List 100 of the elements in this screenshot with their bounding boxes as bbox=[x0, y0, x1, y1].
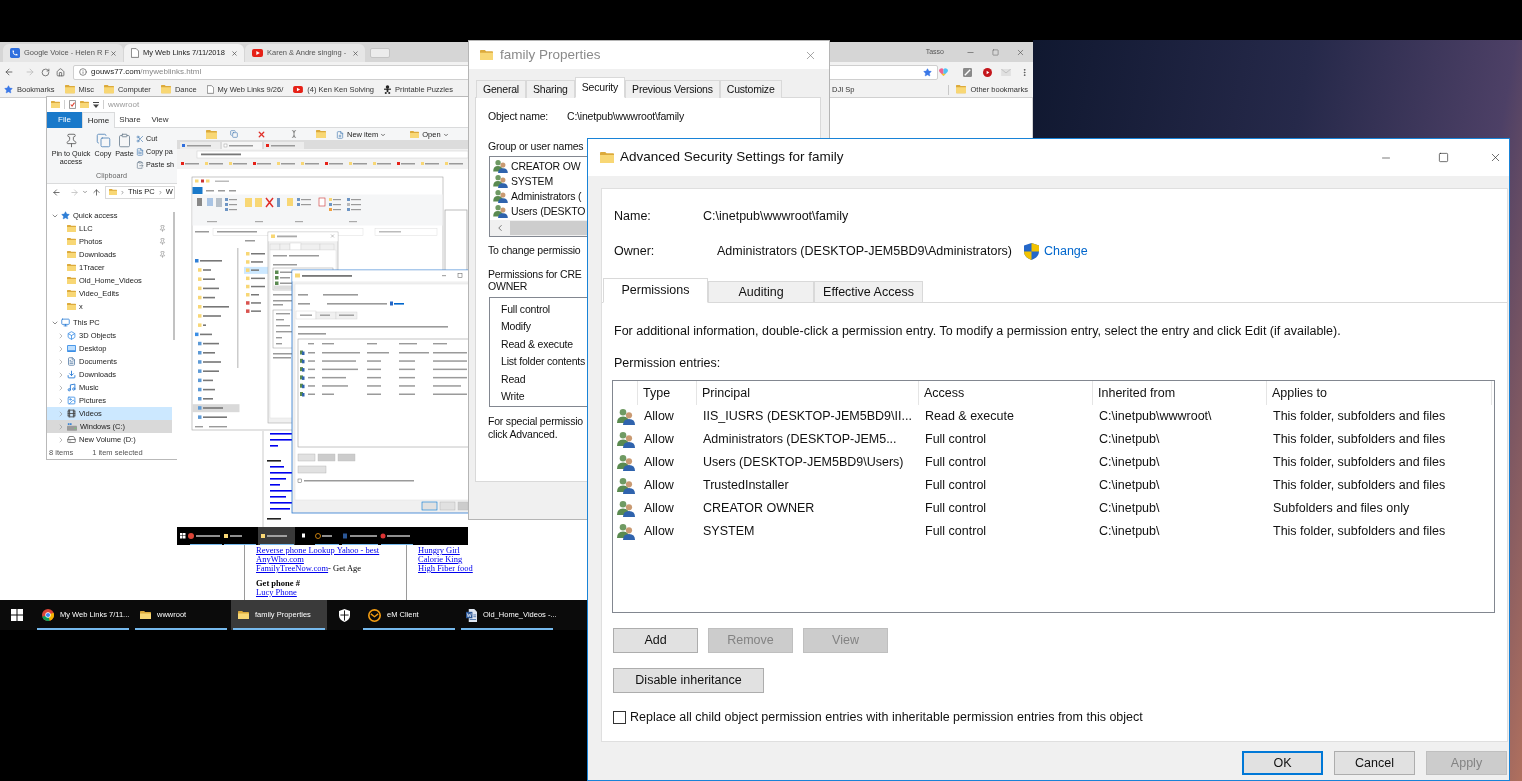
chevron-icon[interactable] bbox=[57, 409, 65, 418]
ribbon-tab[interactable]: Share bbox=[115, 112, 145, 128]
field-value: C:\inetpub\wwwroot\family bbox=[567, 109, 684, 125]
column-header[interactable]: Inherited from bbox=[1093, 381, 1267, 405]
url-text: gouws77.com/myweblinks.html bbox=[91, 66, 202, 78]
disable-inheritance-button[interactable]: Disable inheritance bbox=[613, 668, 764, 693]
ribbon-tab[interactable]: File bbox=[47, 112, 82, 128]
document-icon bbox=[466, 608, 477, 622]
browser-logo-icon bbox=[42, 609, 54, 621]
play-icon[interactable] bbox=[983, 67, 992, 77]
tab[interactable]: Security bbox=[574, 77, 626, 98]
windows-logo-icon[interactable] bbox=[10, 609, 23, 621]
scrollbar-thumb[interactable] bbox=[510, 221, 587, 235]
checked-page-icon[interactable] bbox=[69, 100, 76, 109]
table-cell: C:\inetpub\ bbox=[1099, 432, 1160, 447]
new-tab-button[interactable] bbox=[370, 48, 390, 58]
ribbon-tab[interactable]: Home bbox=[82, 112, 115, 128]
chevron-icon[interactable] bbox=[57, 383, 65, 392]
column-header[interactable]: Type bbox=[638, 381, 697, 405]
table-cell: Read & execute bbox=[925, 409, 1014, 424]
close-icon[interactable] bbox=[1016, 47, 1025, 57]
tab[interactable]: General bbox=[476, 80, 526, 98]
shield-icon bbox=[338, 608, 350, 622]
close-icon[interactable] bbox=[231, 49, 238, 57]
cube-icon bbox=[67, 331, 76, 340]
back-icon[interactable] bbox=[52, 187, 61, 197]
users-icon bbox=[616, 431, 635, 448]
page-icon bbox=[131, 48, 139, 58]
list-item[interactable]: Users (DESKTO bbox=[493, 204, 587, 219]
tab[interactable]: Customize bbox=[719, 80, 782, 98]
document-icon bbox=[67, 357, 76, 366]
tab[interactable]: Effective Access bbox=[814, 281, 923, 302]
chevron-icon[interactable] bbox=[57, 422, 65, 431]
table-cell: SYSTEM bbox=[703, 524, 755, 539]
list-item[interactable]: CREATOR OW bbox=[493, 159, 587, 174]
tab[interactable]: Previous Versions bbox=[625, 80, 720, 98]
reload-icon[interactable] bbox=[41, 67, 50, 77]
home-icon[interactable] bbox=[56, 67, 65, 77]
pin-icon[interactable] bbox=[159, 251, 166, 258]
folder-icon bbox=[206, 130, 217, 139]
star-icon[interactable] bbox=[923, 67, 932, 77]
dropdown-icon[interactable] bbox=[93, 101, 99, 108]
close-icon[interactable] bbox=[110, 49, 117, 57]
drive-icon bbox=[67, 435, 76, 444]
folder-icon bbox=[316, 130, 326, 139]
music-note-icon bbox=[67, 383, 76, 392]
list-item[interactable]: Administrators ( bbox=[493, 189, 587, 204]
users-icon bbox=[493, 205, 508, 218]
dialog-button[interactable]: Cancel bbox=[1334, 751, 1415, 775]
heart-icon[interactable] bbox=[939, 68, 948, 76]
page-icon bbox=[206, 85, 214, 94]
chevron-icon[interactable] bbox=[57, 396, 65, 405]
forward-icon[interactable] bbox=[25, 67, 35, 77]
chevron-icon[interactable] bbox=[57, 344, 65, 353]
table-cell: Allow bbox=[644, 501, 674, 516]
dialog-button[interactable]: OK bbox=[1242, 751, 1323, 775]
page-link[interactable]: Hungry Girl bbox=[418, 544, 460, 557]
folder-icon bbox=[600, 151, 614, 164]
forward-icon[interactable] bbox=[70, 187, 79, 197]
folder-icon bbox=[67, 263, 76, 272]
chevron-icon[interactable] bbox=[57, 370, 65, 379]
ribbon-tab[interactable]: View bbox=[145, 112, 175, 128]
column-header[interactable]: Principal bbox=[697, 381, 919, 405]
action-button[interactable]: Add bbox=[613, 628, 698, 653]
document-icon bbox=[136, 148, 144, 156]
up-icon[interactable] bbox=[92, 187, 101, 197]
text-cursor-icon bbox=[290, 130, 298, 138]
tab[interactable]: Sharing bbox=[525, 80, 575, 98]
list-item[interactable]: SYSTEM bbox=[493, 174, 587, 189]
pin-icon[interactable] bbox=[159, 238, 166, 245]
scissors-icon bbox=[136, 135, 144, 143]
checkbox[interactable] bbox=[613, 710, 626, 724]
page-link[interactable]: Reverse phone Lookup Yahoo - best bbox=[256, 544, 380, 557]
folder-icon bbox=[67, 289, 76, 298]
menu-icon[interactable] bbox=[1020, 67, 1029, 77]
chevron-icon[interactable] bbox=[57, 331, 65, 340]
tab[interactable]: Permissions bbox=[603, 278, 708, 303]
back-icon[interactable] bbox=[4, 67, 14, 77]
maximize-icon[interactable] bbox=[1438, 152, 1449, 163]
folder-icon bbox=[67, 302, 76, 311]
extension-icon[interactable] bbox=[963, 67, 972, 77]
field-value: C:\inetpub\wwwroot\family bbox=[703, 207, 849, 225]
envelope-icon[interactable] bbox=[1001, 68, 1011, 76]
permission-name: Read bbox=[501, 371, 526, 387]
page-text: - Get Age bbox=[328, 562, 362, 575]
chevron-icon[interactable] bbox=[57, 435, 65, 444]
table-cell: This folder, subfolders and files bbox=[1273, 524, 1446, 539]
column-header[interactable]: Applies to bbox=[1267, 381, 1492, 405]
info-text: For additional information, double-click a permission entry. To modify a permission entry, select the entry and click Edit (if available). bbox=[614, 323, 1341, 339]
restore-icon[interactable] bbox=[992, 48, 999, 56]
close-icon[interactable] bbox=[1489, 151, 1502, 164]
chevron-icon[interactable] bbox=[57, 357, 65, 366]
tab[interactable]: Auditing bbox=[708, 281, 814, 302]
chevron-icon[interactable] bbox=[495, 223, 505, 233]
close-icon[interactable] bbox=[352, 49, 359, 57]
change-link[interactable]: Change bbox=[1044, 241, 1088, 261]
column-header[interactable]: Access bbox=[919, 381, 1093, 405]
phone-icon bbox=[10, 48, 20, 58]
field-label: Owner: bbox=[614, 242, 656, 260]
pin-icon[interactable] bbox=[159, 225, 166, 232]
